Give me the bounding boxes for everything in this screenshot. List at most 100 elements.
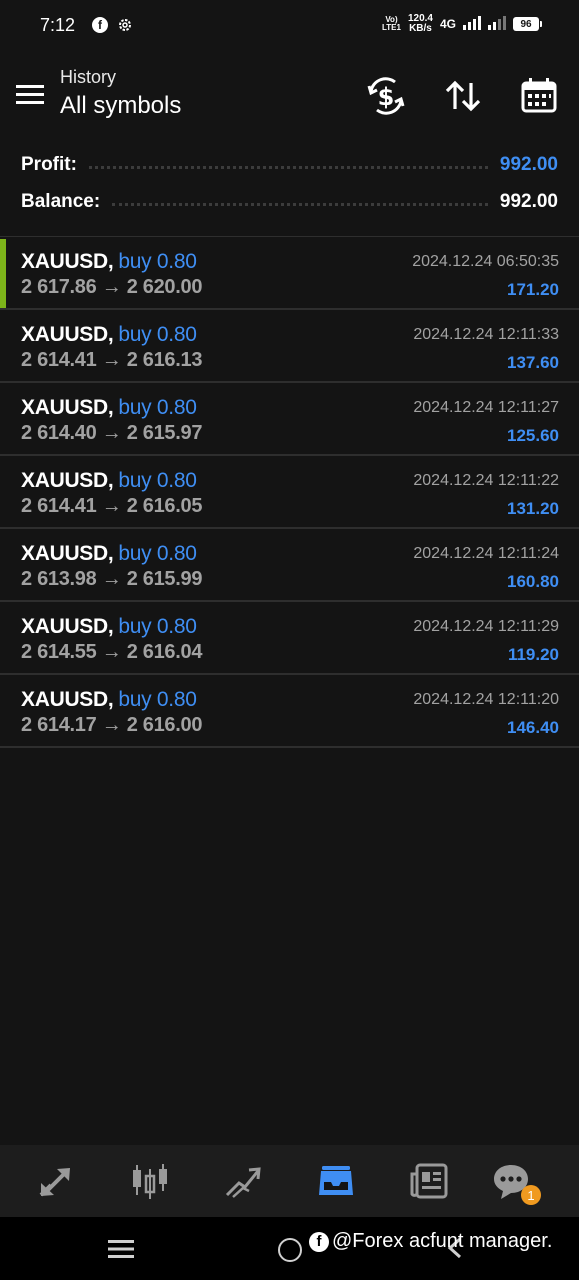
dotted-leader — [88, 166, 488, 169]
deal-time: 2024.12.24 12:11:20 — [413, 691, 559, 708]
app-bar: History All symbols $ — [0, 56, 579, 136]
symbol-name: XAUUSD, — [21, 542, 114, 565]
close-price: 2 616.13 — [126, 349, 203, 371]
deal-profit: 119.20 — [507, 645, 559, 664]
network-type: 4G — [439, 17, 456, 31]
sort-icon[interactable] — [443, 76, 483, 116]
deal-profit: 146.40 — [507, 718, 559, 737]
open-price: 2 614.17 — [21, 714, 97, 736]
deal-prices: 2 614.55 → 2 616.04 — [21, 641, 202, 664]
arrow-icon: → — [101, 276, 122, 298]
deal-side: buy 0.80 — [118, 396, 197, 419]
bottom-navigation: 1 — [0, 1145, 579, 1217]
deal-list: XAUUSD, buy 0.80 2 617.86 → 2 620.00 2024… — [0, 236, 579, 748]
close-price: 2 616.00 — [126, 714, 203, 736]
watermark-text: @Forex acfunt manager. — [332, 1230, 553, 1252]
network-speed: 120.4 KB/s — [408, 14, 433, 34]
currency-exchange-icon[interactable]: $ — [366, 76, 406, 116]
page-subtitle: History — [60, 67, 117, 87]
chat-icon[interactable]: 1 — [491, 1161, 541, 1205]
close-price: 2 615.99 — [126, 568, 203, 590]
deal-prices: 2 617.86 → 2 620.00 — [21, 276, 202, 299]
deal-row[interactable]: XAUUSD, buy 0.80 2 614.41 → 2 616.05 2024… — [0, 456, 579, 529]
close-price: 2 615.97 — [126, 422, 203, 444]
balance-value: 992.00 — [499, 190, 558, 212]
facebook-notification-icon: f — [92, 17, 108, 33]
watermark: f @Forex acfunt manager. — [309, 1230, 552, 1253]
notification-icons: f — [92, 17, 133, 33]
quotes-icon[interactable] — [37, 1161, 77, 1201]
deal-prices: 2 614.41 → 2 616.13 — [21, 349, 202, 372]
deal-prices: 2 614.41 → 2 616.05 — [21, 495, 202, 518]
signal-strength-icon — [463, 15, 481, 33]
deal-time: 2024.12.24 12:11:22 — [413, 472, 559, 489]
deal-prices: 2 613.98 → 2 615.99 — [21, 568, 202, 591]
history-icon[interactable] — [316, 1161, 356, 1201]
deal-side: buy 0.80 — [118, 615, 197, 638]
deal-row[interactable]: XAUUSD, buy 0.80 2 613.98 → 2 615.99 2024… — [0, 529, 579, 602]
close-price: 2 616.04 — [126, 641, 203, 663]
news-icon[interactable] — [409, 1161, 449, 1201]
symbol-name: XAUUSD, — [21, 323, 114, 346]
menu-icon[interactable] — [16, 84, 44, 106]
deal-symbol: XAUUSD, buy 0.80 — [21, 250, 197, 274]
open-price: 2 614.41 — [21, 495, 97, 517]
symbol-name: XAUUSD, — [21, 469, 114, 492]
deal-row[interactable]: XAUUSD, buy 0.80 2 614.17 → 2 616.00 2024… — [0, 675, 579, 748]
open-price: 2 614.40 — [21, 422, 97, 444]
status-indicators: Vo) LTE1 120.4 KB/s 4G 96 — [382, 14, 542, 34]
arrow-icon: → — [101, 495, 122, 517]
deal-row[interactable]: XAUUSD, buy 0.80 2 614.40 → 2 615.97 2024… — [0, 383, 579, 456]
open-price: 2 613.98 — [21, 568, 97, 590]
open-price: 2 614.41 — [21, 349, 97, 371]
recent-apps-icon[interactable] — [108, 1239, 136, 1259]
account-summary: Profit: 992.00 Balance: 992.00 — [0, 146, 579, 220]
battery-level: 96 — [520, 18, 532, 30]
open-price: 2 617.86 — [21, 276, 97, 298]
deal-row[interactable]: XAUUSD, buy 0.80 2 614.41 → 2 616.13 2024… — [0, 310, 579, 383]
deal-profit: 171.20 — [507, 280, 559, 299]
deal-row[interactable]: XAUUSD, buy 0.80 2 617.86 → 2 620.00 2024… — [0, 237, 579, 310]
arrow-icon: → — [101, 714, 122, 736]
symbol-name: XAUUSD, — [21, 250, 114, 273]
deal-profit: 137.60 — [507, 353, 559, 372]
symbol-name: XAUUSD, — [21, 396, 114, 419]
deal-time: 2024.12.24 06:50:35 — [412, 253, 559, 270]
close-price: 2 620.00 — [126, 276, 203, 298]
deal-row[interactable]: XAUUSD, buy 0.80 2 614.55 → 2 616.04 2024… — [0, 602, 579, 675]
arrow-icon: → — [101, 568, 122, 590]
network-speed-unit: KB/s — [409, 23, 432, 34]
arrow-icon: → — [101, 349, 122, 371]
balance-row: Balance: 992.00 — [0, 183, 579, 220]
deal-symbol: XAUUSD, buy 0.80 — [21, 542, 197, 566]
deal-side: buy 0.80 — [118, 323, 197, 346]
candlestick-chart-icon[interactable] — [130, 1161, 170, 1201]
trade-icon[interactable] — [223, 1161, 263, 1201]
status-time: 7:12 — [40, 15, 76, 35]
profit-label: Profit: — [21, 153, 77, 175]
page-title[interactable]: All symbols — [60, 92, 181, 120]
calendar-icon[interactable] — [519, 76, 559, 116]
open-price: 2 614.55 — [21, 641, 97, 663]
home-button-icon[interactable] — [278, 1238, 302, 1262]
signal-strength-secondary-icon — [488, 15, 506, 33]
deal-time: 2024.12.24 12:11:24 — [413, 545, 559, 562]
dotted-leader — [112, 203, 488, 206]
deal-time: 2024.12.24 12:11:29 — [413, 618, 559, 635]
deal-side: buy 0.80 — [118, 469, 197, 492]
chat-badge: 1 — [521, 1185, 541, 1205]
deal-side: buy 0.80 — [118, 688, 197, 711]
deal-symbol: XAUUSD, buy 0.80 — [21, 396, 197, 420]
symbol-name: XAUUSD, — [21, 615, 114, 638]
settings-notification-icon — [117, 17, 133, 33]
deal-side: buy 0.80 — [118, 542, 197, 565]
battery-icon: 96 — [513, 17, 542, 31]
status-bar: 7:12 f Vo) LTE1 120.4 KB/s 4G 96 — [0, 0, 579, 54]
deal-symbol: XAUUSD, buy 0.80 — [21, 323, 197, 347]
deal-symbol: XAUUSD, buy 0.80 — [21, 615, 197, 639]
facebook-logo-icon: f — [309, 1231, 329, 1252]
deal-profit: 125.60 — [507, 426, 559, 445]
symbol-name: XAUUSD, — [21, 688, 114, 711]
deal-time: 2024.12.24 12:11:27 — [413, 399, 559, 416]
deal-profit: 131.20 — [507, 499, 559, 518]
